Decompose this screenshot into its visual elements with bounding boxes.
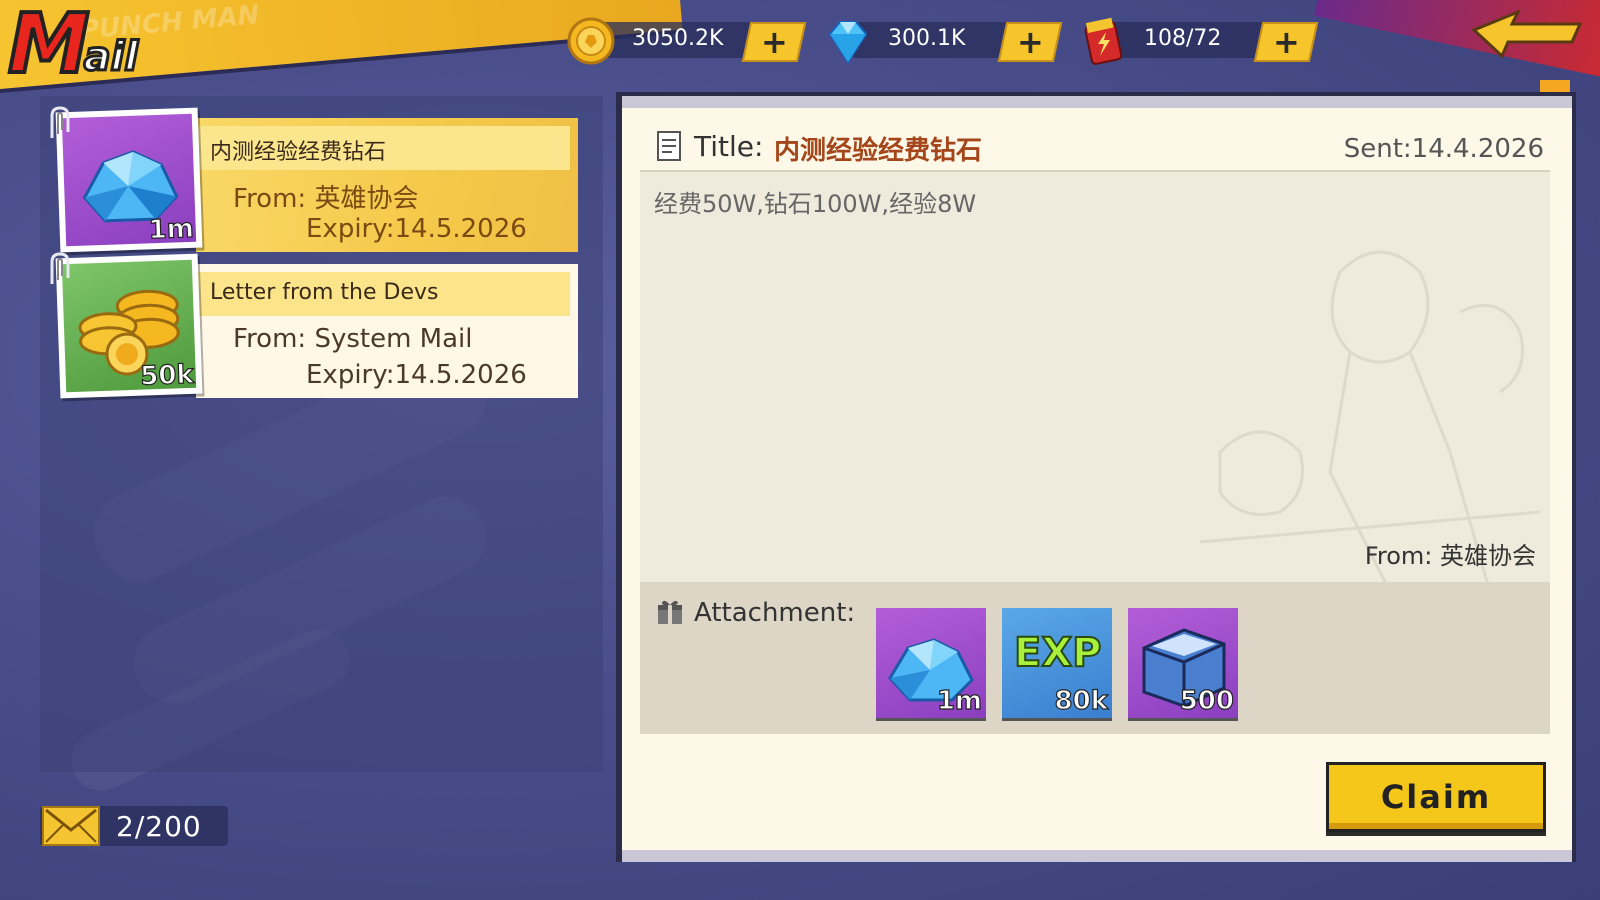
document-icon <box>657 131 681 161</box>
attachment-amount: 500 <box>1179 685 1234 716</box>
message-box: 经费50W,钻石100W,经验8W From: 英雄协会 <box>640 172 1550 582</box>
attachment-item[interactable]: 500 <box>1128 608 1238 718</box>
logo-small-text: ail <box>82 33 139 82</box>
mail-item-body: 内测经验经费钻石 From: 英雄协会 Expiry:14.5.2026 <box>196 118 578 252</box>
mail-count: 2/200 <box>116 810 202 843</box>
mail-from: From: 英雄协会 <box>233 184 419 214</box>
envelope-icon <box>42 806 100 846</box>
currency-diamonds: 300.1K + <box>822 20 1063 64</box>
thumb-amount: 50k <box>139 359 195 392</box>
currency-coins: 3050.2K + <box>566 17 807 65</box>
energy-value: 108/72 <box>1144 26 1222 51</box>
message-text: 经费50W,钻石100W,经验8W <box>654 190 977 218</box>
diamond-icon <box>828 21 868 64</box>
attachment-item[interactable]: EXP 80k <box>1002 608 1112 718</box>
mail-counter: 2/200 <box>40 806 228 846</box>
paperclip-icon <box>50 106 70 138</box>
title-label: Title: <box>694 130 764 163</box>
add-coins-button[interactable]: + <box>741 22 807 62</box>
mail-item[interactable]: 内测经验经费钻石 From: 英雄协会 Expiry:14.5.2026 1m <box>50 106 580 253</box>
energy-icon <box>1084 17 1123 65</box>
attachment-item[interactable]: 1m <box>876 608 986 718</box>
background-illustration <box>1199 250 1541 582</box>
exp-icon: EXP <box>1013 629 1102 677</box>
mail-item[interactable]: Letter from the Devs From: System Mail E… <box>50 252 580 399</box>
attachment-amount: 80k <box>1054 685 1109 716</box>
gift-icon <box>658 600 682 624</box>
mail-expiry: Expiry:14.5.2026 <box>306 214 527 244</box>
attachment-label: Attachment: <box>694 598 856 628</box>
message-from: From: 英雄协会 <box>1364 542 1536 570</box>
detail-bottom-bar <box>622 850 1572 862</box>
coin-icon <box>567 17 615 65</box>
attachment-box: Attachment: 1m EXP 80k 500 <box>640 582 1550 734</box>
mail-logo: M ail <box>6 0 140 92</box>
mail-expiry: Expiry:14.5.2026 <box>306 360 527 390</box>
mail-title: 内测经验经费钻石 <box>210 140 387 165</box>
thumb-amount: 1m <box>147 213 195 246</box>
logo-big-letter: M <box>6 0 92 92</box>
diamond-value: 300.1K <box>888 26 966 51</box>
mail-from: From: System Mail <box>233 324 473 354</box>
claim-button[interactable]: Claim <box>1326 762 1546 832</box>
claim-label: Claim <box>1380 778 1492 816</box>
attachment-amount: 1m <box>936 685 982 716</box>
mail-item-body: Letter from the Devs From: System Mail E… <box>196 264 578 398</box>
paperclip-icon <box>50 252 70 284</box>
back-arrow-icon[interactable] <box>1468 8 1588 64</box>
detail-top-bar <box>622 96 1572 108</box>
add-diamonds-button[interactable]: + <box>997 22 1063 62</box>
sent-date: Sent:14.4.2026 <box>1343 134 1544 164</box>
mail-title: Letter from the Devs <box>210 280 439 305</box>
currency-energy: 108/72 + <box>1078 17 1319 65</box>
add-energy-button[interactable]: + <box>1253 22 1319 62</box>
title-value: 内测经验经费钻石 <box>774 136 983 166</box>
coin-value: 3050.2K <box>632 26 724 51</box>
